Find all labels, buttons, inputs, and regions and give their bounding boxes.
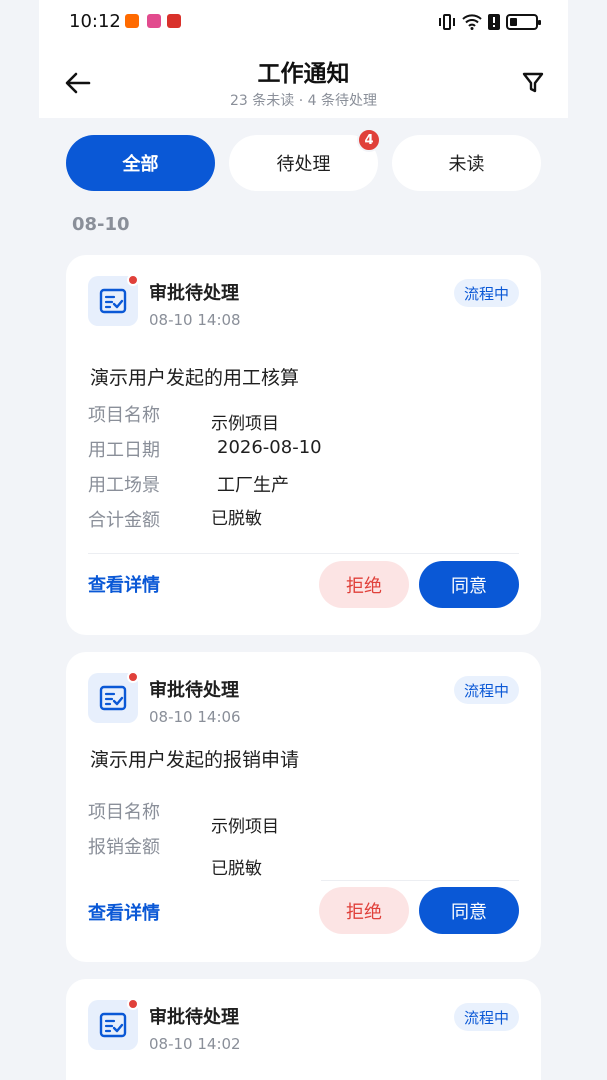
app-screen: 10:12 工作通知 23 条未读 · 4 条待处理 全部 待处理 未读 4 0… <box>39 0 568 1080</box>
card-divider <box>321 880 519 881</box>
view-details-link[interactable]: 查看详情 <box>88 571 160 597</box>
tab-unread[interactable]: 未读 <box>392 135 541 191</box>
page-title: 工作通知 <box>257 61 350 87</box>
view-details-link[interactable]: 查看详情 <box>88 899 160 925</box>
field-value-date: 2026-08-10 <box>217 437 322 458</box>
huawei-app-icon <box>167 14 181 28</box>
filter-tabs: 全部 待处理 未读 4 <box>66 128 542 191</box>
unread-dot <box>127 671 139 683</box>
pending-count-badge: 4 <box>357 128 381 152</box>
notification-card: 审批待处理 08-10 14:08 流程中 演示用户发起的用工核算 项目名称 示… <box>66 255 541 635</box>
reject-button[interactable]: 拒绝 <box>319 561 409 608</box>
field-label-reimbursement: 报销金额 <box>88 837 160 858</box>
reject-button[interactable]: 拒绝 <box>319 887 409 934</box>
wifi-icon <box>462 14 482 30</box>
battery-icon <box>506 14 541 30</box>
card-title: 审批待处理 <box>149 283 239 304</box>
field-value-reimbursement: 已脱敏 <box>211 859 262 879</box>
card-title: 审批待处理 <box>149 1007 239 1028</box>
card-subject: 演示用户发起的报销申请 <box>90 749 300 771</box>
approve-button[interactable]: 同意 <box>419 561 519 608</box>
card-divider <box>88 553 519 554</box>
alert-icon <box>488 14 500 30</box>
date-group-header: 08-10 <box>72 214 130 235</box>
status-badge: 流程中 <box>453 279 519 307</box>
taobao-app-icon <box>125 14 139 28</box>
vibrate-icon <box>439 14 455 30</box>
status-indicators <box>438 12 541 32</box>
status-badge: 流程中 <box>453 676 519 704</box>
field-label-project: 项目名称 <box>88 802 160 823</box>
unread-dot <box>127 998 139 1010</box>
card-title: 审批待处理 <box>149 680 239 701</box>
filter-icon <box>522 72 544 93</box>
filter-button[interactable] <box>518 68 548 98</box>
field-value-amount: 已脱敏 <box>211 509 262 529</box>
card-time: 08-10 14:02 <box>149 1035 241 1053</box>
card-subject: 演示用户发起的用工核算 <box>90 367 300 389</box>
tab-all[interactable]: 全部 <box>66 135 215 191</box>
card-time: 08-10 14:06 <box>149 708 241 726</box>
notification-card: 审批待处理 08-10 14:02 流程中 <box>66 979 541 1080</box>
tab-pending[interactable]: 待处理 <box>229 135 378 191</box>
field-label-scene: 用工场景 <box>88 475 160 496</box>
field-value-project: 示例项目 <box>211 414 279 434</box>
page-subtitle: 23 条未读 · 4 条待处理 <box>230 93 377 109</box>
shopping-app-icon <box>147 14 161 28</box>
status-time: 10:12 <box>69 11 121 32</box>
field-value-scene: 工厂生产 <box>217 475 289 496</box>
top-bar: 10:12 工作通知 23 条未读 · 4 条待处理 <box>39 0 568 118</box>
notification-card: 审批待处理 08-10 14:06 流程中 演示用户发起的报销申请 项目名称 示… <box>66 652 541 962</box>
status-bar: 10:12 <box>39 0 568 44</box>
field-value-project: 示例项目 <box>211 817 279 837</box>
card-time: 08-10 14:08 <box>149 311 241 329</box>
status-badge: 流程中 <box>453 1003 519 1031</box>
field-label-amount: 合计金额 <box>88 510 160 531</box>
field-label-date: 用工日期 <box>88 440 160 461</box>
field-label-project: 项目名称 <box>88 405 160 426</box>
approve-button[interactable]: 同意 <box>419 887 519 934</box>
unread-dot <box>127 274 139 286</box>
